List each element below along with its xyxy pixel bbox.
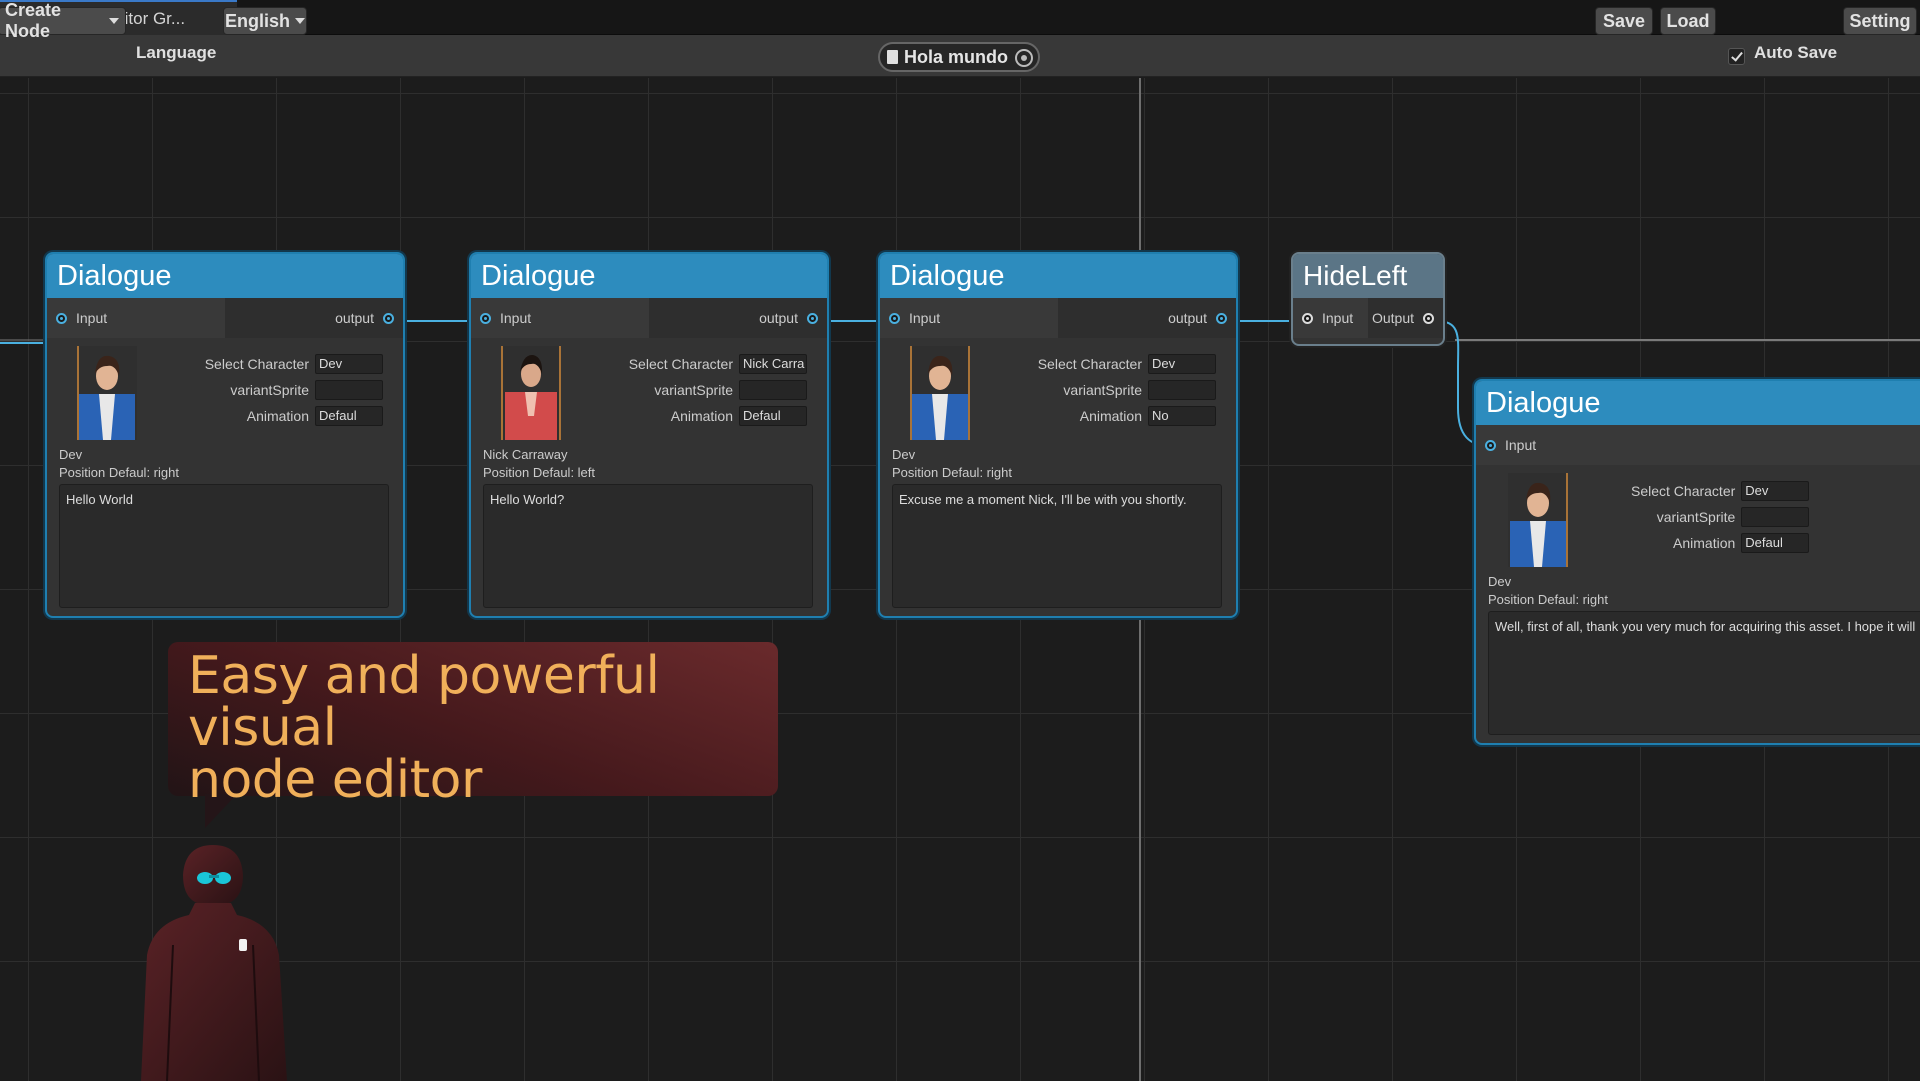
input-label: Input (500, 310, 532, 326)
output-label: output (335, 310, 374, 326)
character-position: Position Defaul: right (1488, 592, 1608, 607)
port-dot-icon (1302, 312, 1313, 324)
character-portrait (910, 346, 970, 440)
animation-label: Animation (1673, 535, 1736, 551)
node-title: Dialogue (1476, 381, 1920, 425)
select-character-label: Select Character (628, 356, 733, 372)
node-title: HideLeft (1293, 254, 1443, 298)
variant-sprite-field[interactable] (1741, 507, 1810, 527)
dialogue-text-field[interactable]: Hello World? (483, 484, 813, 608)
port-dot-icon (480, 312, 491, 324)
input-port[interactable]: Input (880, 298, 1058, 338)
output-label: output (759, 310, 798, 326)
dialogue-node[interactable]: Dialogue Input Select Character Dev varia… (1474, 379, 1920, 745)
document-icon (887, 50, 898, 64)
character-name: Dev (892, 447, 916, 462)
character-portrait (1508, 473, 1568, 567)
animation-label: Animation (246, 408, 309, 424)
dialogue-text-field[interactable]: Hello World (59, 484, 389, 608)
output-port[interactable]: output (1058, 298, 1236, 338)
select-character-label: Select Character (1037, 356, 1142, 372)
mascot-character-icon (141, 845, 287, 1081)
variant-sprite-field[interactable] (739, 380, 807, 400)
setting-button[interactable]: Setting (1843, 7, 1917, 35)
character-portrait (501, 346, 561, 440)
output-label: output (1168, 310, 1207, 326)
input-port[interactable]: Input (47, 298, 225, 338)
node-title: Dialogue (47, 254, 403, 298)
animation-label: Animation (670, 408, 733, 424)
port-dot-icon (1216, 312, 1227, 324)
create-node-dropdown[interactable]: Create Node (0, 0, 126, 41)
input-label: Input (76, 310, 108, 326)
port-dot-icon (56, 312, 67, 324)
animation-field[interactable]: Defaul (739, 406, 807, 426)
animation-field[interactable]: No (1148, 406, 1216, 426)
promo-line-2: node editor (188, 750, 482, 810)
dialogue-node[interactable]: Dialogue Input output Select Character De… (45, 252, 405, 618)
input-port[interactable]: Input (1293, 298, 1368, 338)
input-port[interactable]: Input (471, 298, 649, 338)
graph-file-name: Hola mundo (904, 46, 1008, 67)
variant-sprite-label: variantSprite (1063, 382, 1142, 398)
variant-sprite-label: variantSprite (230, 382, 309, 398)
port-dot-icon (383, 312, 394, 324)
character-position: Position Defaul: right (892, 465, 1012, 480)
output-label: Output (1371, 310, 1414, 326)
object-picker-icon[interactable] (1015, 49, 1033, 67)
save-button[interactable]: Save (1595, 7, 1653, 35)
graph-file-field[interactable]: Hola mundo (878, 42, 1040, 72)
output-port[interactable]: Output (1368, 298, 1443, 338)
variant-sprite-field[interactable] (315, 380, 383, 400)
chevron-down-icon (295, 18, 306, 24)
port-dot-icon (889, 312, 900, 324)
animation-field[interactable]: Defaul (315, 406, 383, 426)
hide-left-node[interactable]: HideLeft Input Output (1291, 252, 1445, 346)
character-position: Position Defaul: left (483, 465, 596, 480)
select-character-field[interactable]: Nick Carra (739, 354, 807, 374)
language-dropdown[interactable]: English (223, 7, 307, 35)
select-character-label: Select Character (204, 356, 309, 372)
chevron-down-icon (109, 18, 119, 24)
create-node-label: Create Node (5, 0, 62, 41)
dialogue-node[interactable]: Dialogue Input output Select Character Ni… (469, 252, 829, 618)
select-character-field[interactable]: Dev (1148, 354, 1216, 374)
variant-sprite-label: variantSprite (654, 382, 733, 398)
auto-save-label: Auto Save (1754, 43, 1838, 62)
port-dot-icon (807, 312, 818, 324)
auto-save-checkbox[interactable] (1728, 48, 1745, 65)
input-label: Input (1505, 437, 1537, 453)
dialogue-text-field[interactable]: Well, first of all, thank you very much … (1488, 611, 1920, 735)
input-port[interactable]: Input (1476, 425, 1920, 465)
select-character-field[interactable]: Dev (315, 354, 383, 374)
character-name: Dev (59, 447, 83, 462)
character-portrait (77, 346, 137, 440)
input-label: Input (909, 310, 941, 326)
node-title: Dialogue (471, 254, 827, 298)
character-position: Position Defaul: right (59, 465, 179, 480)
language-value: English (225, 10, 291, 31)
output-port[interactable]: output (225, 298, 403, 338)
input-label: Input (1322, 310, 1354, 326)
dialogue-text-field[interactable]: Excuse me a moment Nick, I'll be with yo… (892, 484, 1222, 608)
dialogue-node[interactable]: Dialogue Input output Select Character De… (878, 252, 1238, 618)
variant-sprite-label: variantSprite (1656, 509, 1736, 525)
output-port[interactable]: output (649, 298, 827, 338)
language-label: Language (136, 43, 217, 62)
promo-text: Easy and powerful visual node editor (188, 650, 758, 806)
load-button[interactable]: Load (1660, 7, 1716, 35)
select-character-field[interactable]: Dev (1741, 481, 1810, 501)
variant-sprite-field[interactable] (1148, 380, 1216, 400)
animation-field[interactable]: Defaul (1741, 533, 1810, 553)
select-character-label: Select Character (1631, 483, 1736, 499)
animation-label: Animation (1079, 408, 1142, 424)
node-title: Dialogue (880, 254, 1236, 298)
character-name: Nick Carraway (483, 447, 568, 462)
port-dot-icon (1423, 312, 1434, 324)
promo-line-1: Easy and powerful visual (188, 646, 660, 758)
port-dot-icon (1485, 439, 1496, 451)
character-name: Dev (1488, 574, 1512, 589)
